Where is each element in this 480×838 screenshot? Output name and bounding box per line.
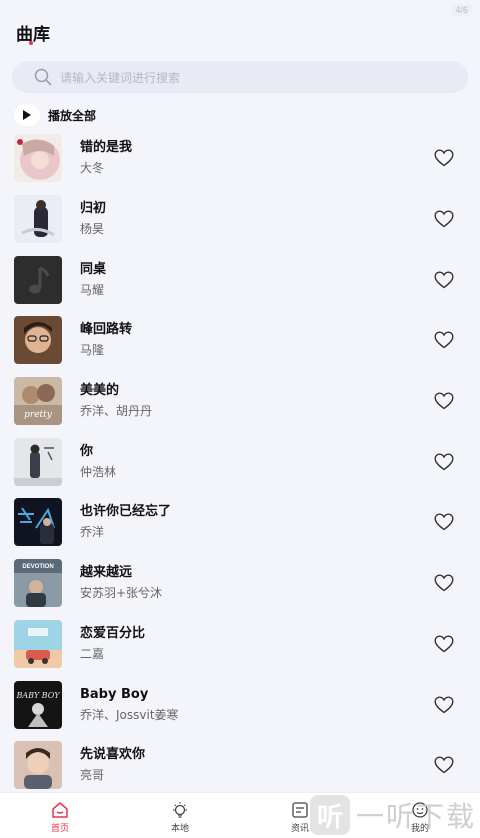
search-input[interactable]: 请输入关键词进行搜索 [60, 69, 180, 86]
album-cover [14, 255, 62, 304]
play-all-label: 播放全部 [48, 108, 97, 123]
status-chip: 4/6 [451, 4, 472, 16]
song-artist: 乔洋、胡丹丹 [80, 404, 153, 419]
album-cover [14, 619, 62, 668]
song-artist: 马耀 [80, 282, 105, 297]
heart-icon[interactable] [434, 635, 454, 653]
play-icon[interactable] [14, 104, 40, 126]
song-row[interactable]: 同桌 马耀 [0, 249, 480, 310]
song-title: 美美的 [80, 383, 120, 399]
song-row[interactable]: 归初 杨昊 [0, 189, 480, 250]
album-cover [14, 741, 62, 790]
heart-icon[interactable] [434, 453, 454, 471]
play-all-button[interactable]: 播放全部 [14, 104, 96, 126]
song-artist: 亮哥 [80, 768, 105, 783]
nav-item-home[interactable]: 首页 [0, 793, 120, 838]
search-icon [34, 68, 52, 86]
song-title: 归初 [80, 201, 107, 217]
album-cover [14, 498, 62, 547]
song-row[interactable]: 峰回路转 马隆 [0, 310, 480, 371]
nav-label: 资讯 [290, 823, 309, 834]
song-artist: 仲浩林 [80, 464, 117, 479]
watermark-text: 一听下载 [355, 800, 476, 833]
song-artist: 安苏羽+张兮沐 [80, 586, 163, 601]
watermark-logo: 听 [309, 795, 350, 835]
song-row[interactable]: BABY BOY Baby Boy 乔洋、Jossvit姜寒 [0, 674, 480, 735]
svg-text:BABY BOY: BABY BOY [15, 691, 60, 700]
song-title: 也许你已经忘了 [80, 504, 172, 520]
song-title: 峰回路转 [80, 322, 133, 338]
song-row[interactable]: DEVOTION 越来越远 安苏羽+张兮沐 [0, 553, 480, 614]
song-row[interactable]: 先说喜欢你 亮哥 [0, 735, 480, 796]
svg-text:pretty: pretty [24, 410, 53, 420]
heart-icon[interactable] [434, 756, 454, 774]
heart-icon[interactable] [434, 271, 454, 289]
page-title: 曲库 [16, 25, 50, 45]
song-row[interactable]: pretty 美美的 乔洋、胡丹丹 [0, 371, 480, 432]
home-icon [52, 801, 68, 818]
song-list: 错的是我 大冬 归初 杨昊 同桌 马耀 峰回路转 马隆 pretty 美美的 乔… [0, 128, 480, 796]
song-title: 先说喜欢你 [80, 747, 146, 763]
song-title: 同桌 [80, 261, 107, 277]
song-title: 错的是我 [80, 140, 133, 156]
song-artist: 乔洋 [80, 525, 105, 540]
song-artist: 马隆 [80, 343, 105, 358]
song-row[interactable]: 你 仲浩林 [0, 431, 480, 492]
song-artist: 二嘉 [80, 646, 105, 661]
nav-label: 本地 [170, 823, 189, 834]
header: 曲库 [16, 20, 50, 45]
heart-icon[interactable] [434, 392, 454, 410]
album-cover [14, 134, 62, 183]
album-cover: BABY BOY [14, 680, 62, 729]
title-indicator-dot [29, 41, 33, 45]
heart-icon[interactable] [434, 149, 454, 167]
song-row[interactable]: 也许你已经忘了 乔洋 [0, 492, 480, 553]
song-artist: 大冬 [80, 161, 105, 176]
album-cover [14, 316, 62, 365]
song-artist: 乔洋、Jossvit姜寒 [80, 707, 179, 722]
song-artist: 杨昊 [80, 222, 105, 237]
song-title: 你 [80, 443, 94, 459]
heart-icon[interactable] [434, 574, 454, 592]
song-row[interactable]: 错的是我 大冬 [0, 128, 480, 189]
nav-item-local[interactable]: 本地 [120, 793, 240, 838]
song-title: 越来越远 [80, 565, 133, 581]
search-bar[interactable]: 请输入关键词进行搜索 [12, 61, 468, 93]
song-title: Baby Boy [80, 686, 149, 702]
album-cover [14, 195, 62, 244]
album-cover: DEVOTION [14, 559, 62, 608]
song-row[interactable]: 恋爱百分比 二嘉 [0, 614, 480, 675]
watermark: 听 一听下载 [309, 792, 476, 838]
song-title: 恋爱百分比 [80, 625, 146, 641]
album-cover [14, 437, 62, 486]
album-cover: pretty [14, 377, 62, 426]
svg-text:DEVOTION: DEVOTION [22, 564, 53, 570]
bulb-icon [173, 801, 187, 818]
news-icon [292, 801, 308, 818]
heart-icon[interactable] [434, 331, 454, 349]
heart-icon[interactable] [434, 696, 454, 714]
heart-icon[interactable] [434, 210, 454, 228]
heart-icon[interactable] [434, 513, 454, 531]
nav-label: 首页 [50, 823, 69, 834]
